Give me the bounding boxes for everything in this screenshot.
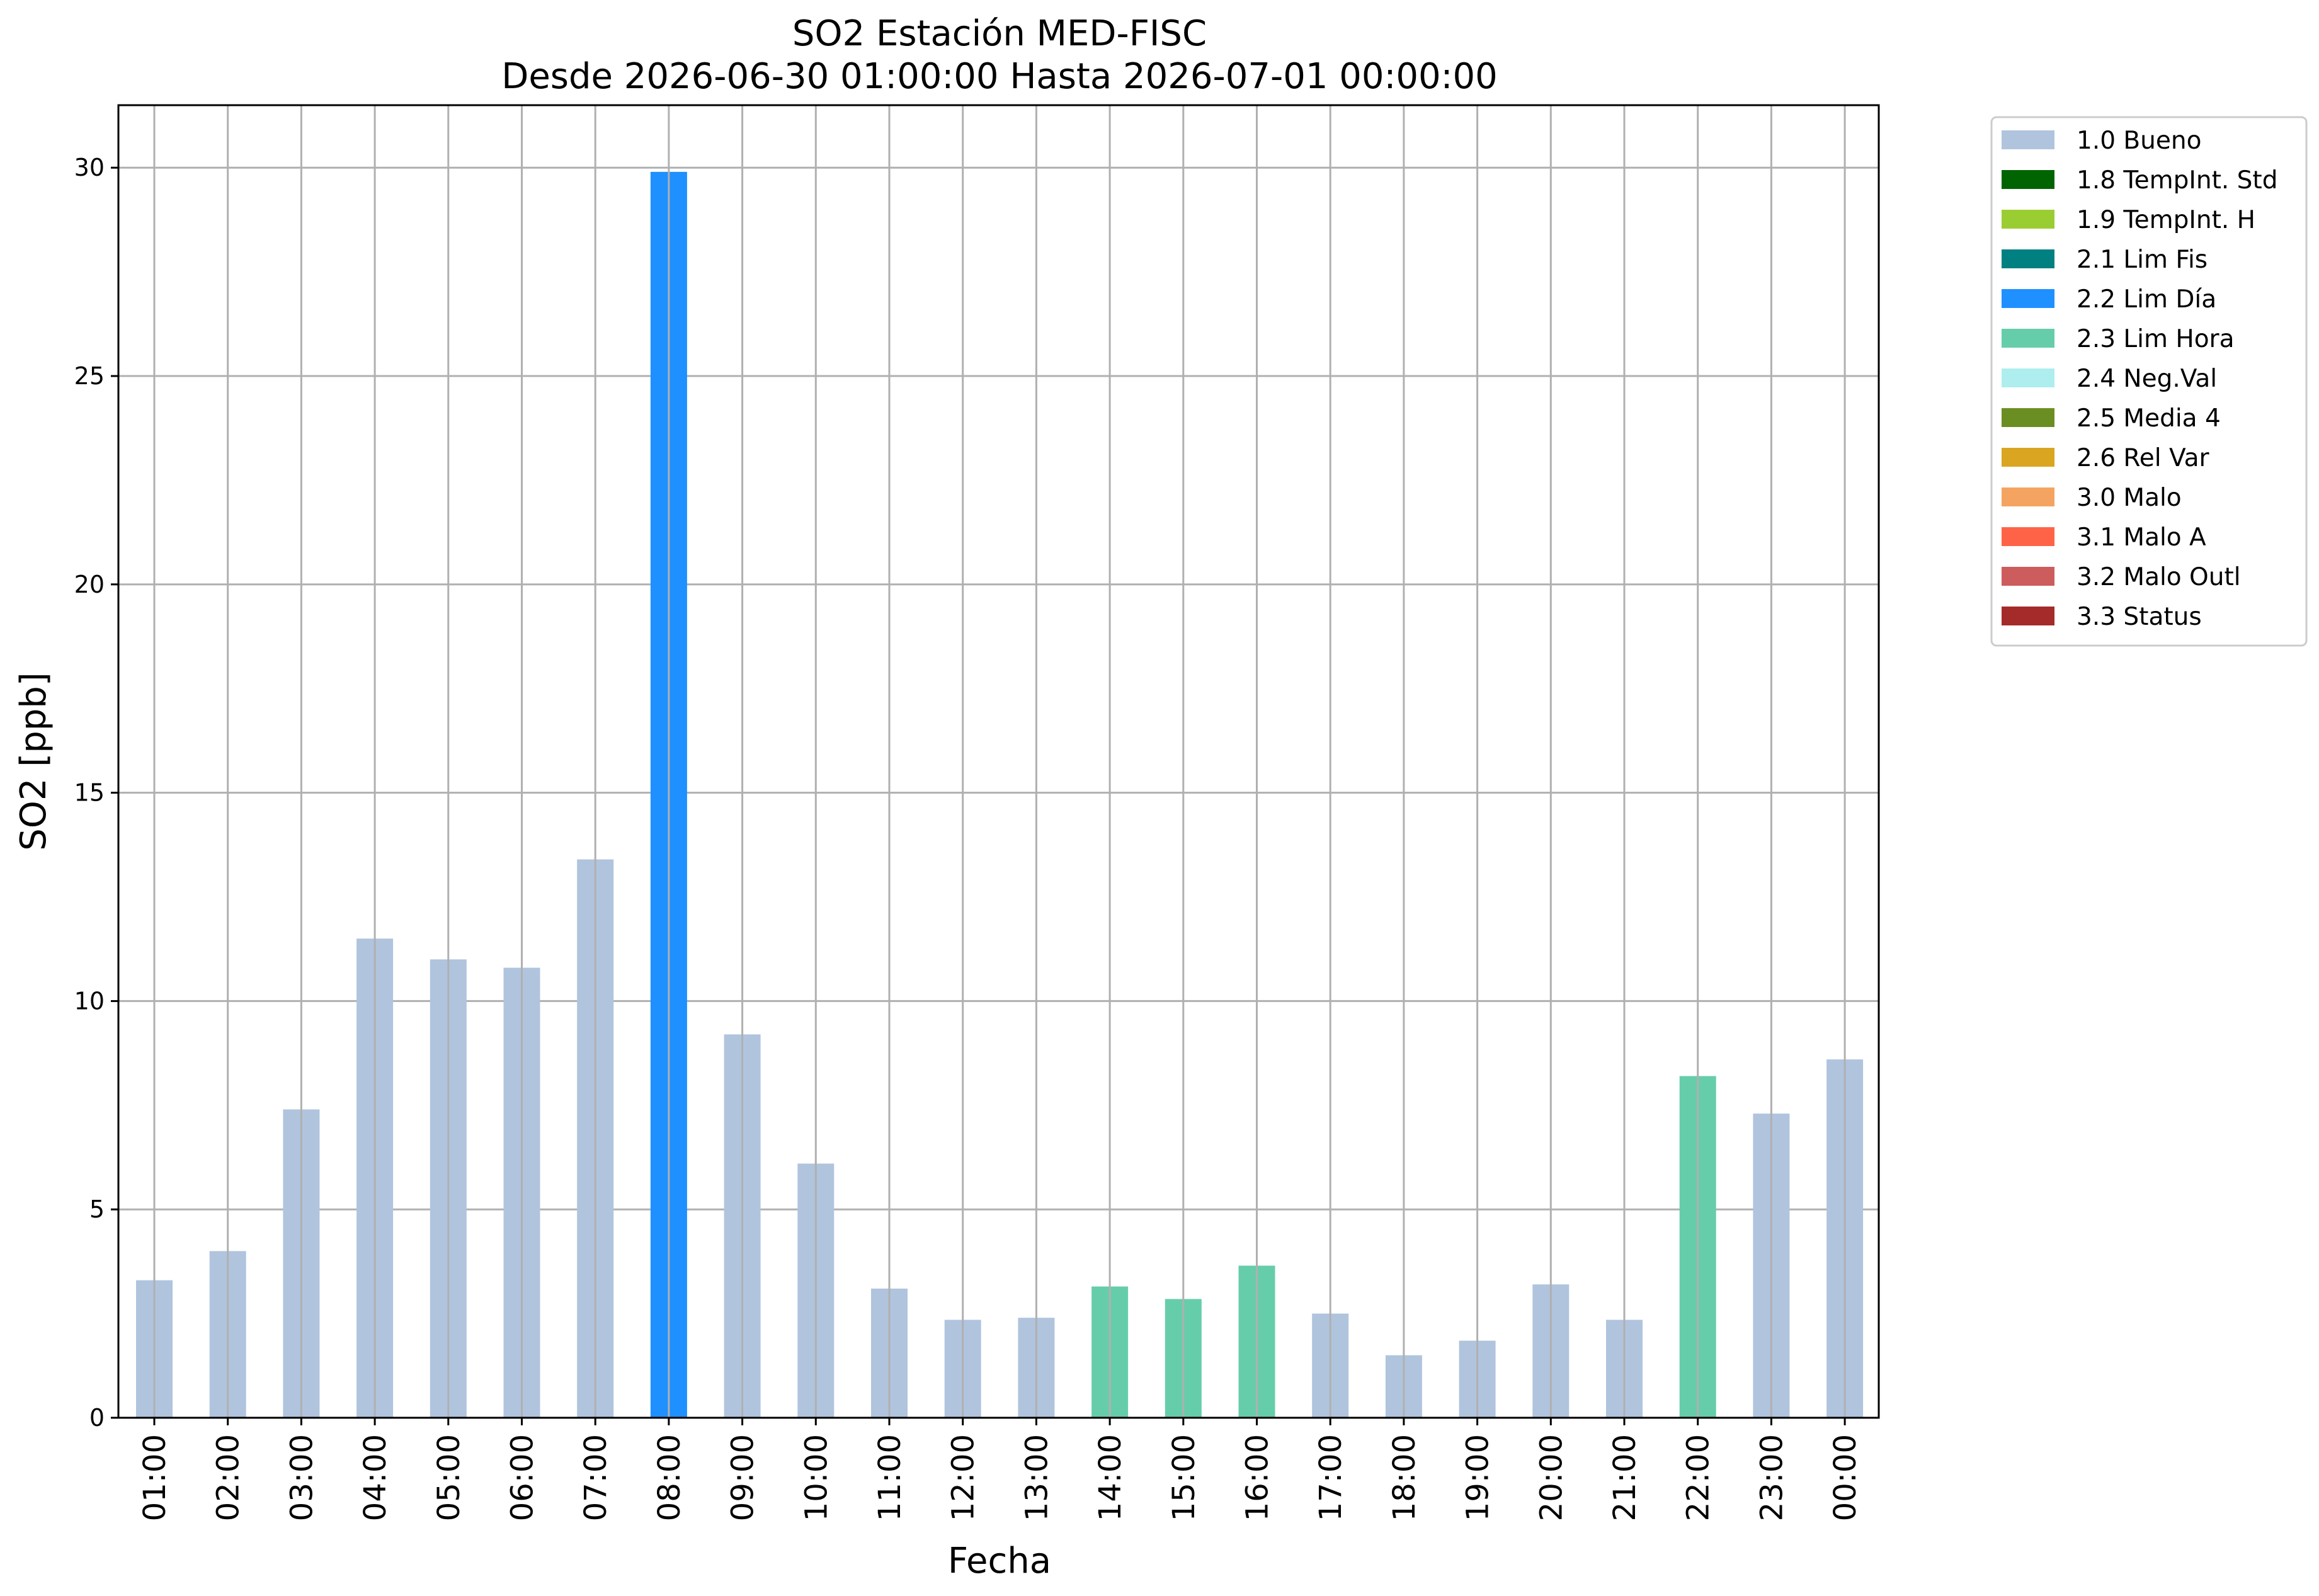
legend-label-2-1: 2.1 Lim Fis [2077, 246, 2208, 274]
x-tick-label: 03:00 [284, 1434, 319, 1521]
x-tick-label: 13:00 [1019, 1434, 1054, 1521]
x-tick-label: 16:00 [1240, 1434, 1275, 1521]
x-tick-label: 22:00 [1681, 1434, 1716, 1521]
legend-swatch-3-2 [2002, 567, 2054, 586]
legend-swatch-1-8 [2002, 170, 2054, 189]
x-tick-label: 18:00 [1387, 1434, 1422, 1521]
legend-label-2-5: 2.5 Media 4 [2077, 404, 2221, 433]
x-tick-label: 21:00 [1607, 1434, 1643, 1521]
legend-label-1-9: 1.9 TempInt. H [2077, 206, 2255, 234]
chart-background [0, 0, 2319, 1596]
y-tick-label: 20 [74, 571, 105, 598]
x-tick-label: 23:00 [1754, 1434, 1789, 1521]
x-tick-label: 00:00 [1828, 1434, 1863, 1521]
legend-swatch-2-2 [2002, 289, 2054, 308]
x-tick-label: 01:00 [137, 1434, 173, 1521]
x-tick-label: 17:00 [1313, 1434, 1348, 1521]
legend-label-3-1: 3.1 Malo A [2077, 523, 2206, 552]
legend-label-3-2: 3.2 Malo Outl [2077, 563, 2241, 591]
x-tick-label: 05:00 [431, 1434, 467, 1521]
x-tick-label: 11:00 [872, 1434, 908, 1521]
x-tick-label: 14:00 [1093, 1434, 1128, 1521]
legend-label-1-8: 1.8 TempInt. Std [2077, 166, 2277, 195]
x-tick-label: 06:00 [505, 1434, 540, 1521]
x-tick-label: 12:00 [946, 1434, 981, 1521]
y-tick-label: 30 [74, 154, 105, 181]
x-tick-label: 08:00 [652, 1434, 687, 1521]
x-axis-label: Fecha [948, 1541, 1051, 1582]
legend-swatch-3-1 [2002, 527, 2054, 546]
legend-label-3-0: 3.0 Malo [2077, 484, 2182, 512]
y-tick-label: 15 [74, 779, 105, 807]
x-tick-label: 15:00 [1166, 1434, 1202, 1521]
legend-label-1-0: 1.0 Bueno [2077, 127, 2201, 155]
legend-swatch-3-0 [2002, 487, 2054, 506]
legend-swatch-2-3 [2002, 329, 2054, 348]
x-tick-label: 02:00 [211, 1434, 246, 1521]
legend-label-2-4: 2.4 Neg.Val [2077, 365, 2217, 393]
legend-swatch-2-5 [2002, 408, 2054, 427]
legend-label-2-3: 2.3 Lim Hora [2077, 325, 2235, 353]
legend: 1.0 Bueno 1.8 TempInt. Std 1.9 TempInt. H 2… [1990, 116, 2308, 647]
x-tick-label: 10:00 [799, 1434, 834, 1521]
legend-swatch-2-6 [2002, 448, 2054, 467]
x-tick-label: 07:00 [578, 1434, 613, 1521]
legend-swatch-1-0 [2002, 130, 2054, 149]
x-tick-label: 20:00 [1534, 1434, 1569, 1521]
x-tick-label: 04:00 [358, 1434, 393, 1521]
legend-swatch-1-9 [2002, 210, 2054, 229]
x-tick-label: 09:00 [726, 1434, 761, 1521]
legend-swatch-2-1 [2002, 249, 2054, 268]
y-tick-label: 5 [89, 1195, 105, 1223]
y-axis-label: SO2 [ppb] [13, 672, 54, 850]
so2-bar-chart: SO2 Estación MED-FISC Desde 2026-06-30 0… [0, 0, 2319, 1596]
chart-title: SO2 Estación MED-FISC [792, 13, 1207, 54]
y-tick-label: 25 [74, 362, 105, 390]
x-tick-label: 19:00 [1461, 1434, 1496, 1521]
legend-label-2-2: 2.2 Lim Día [2077, 285, 2216, 314]
legend-label-2-6: 2.6 Rel Var [2077, 444, 2210, 472]
legend-swatch-2-4 [2002, 368, 2054, 387]
legend-label-3-3: 3.3 Status [2077, 603, 2202, 631]
y-tick-label: 0 [89, 1404, 105, 1432]
y-tick-label: 10 [74, 987, 105, 1015]
chart-subtitle: Desde 2026-06-30 01:00:00 Hasta 2026-07-… [501, 56, 1498, 97]
legend-swatch-3-3 [2002, 607, 2054, 625]
